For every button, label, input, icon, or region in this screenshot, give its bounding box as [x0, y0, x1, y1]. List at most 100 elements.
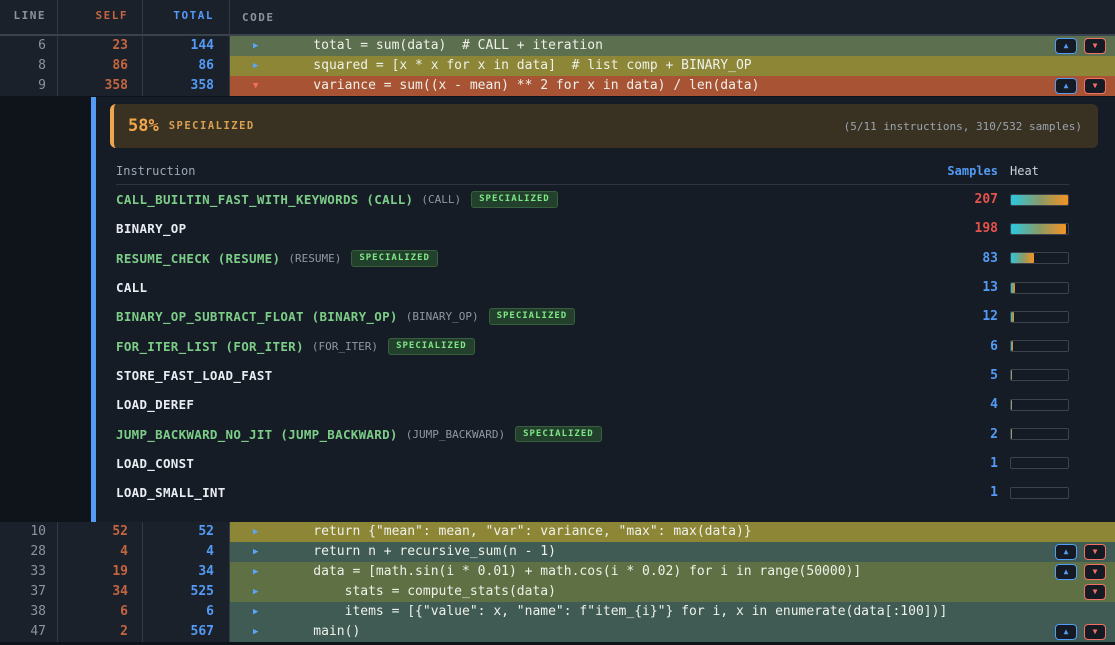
instruction-name-group: BINARY_OP	[116, 221, 928, 236]
expand-arrow-icon[interactable]: ▶	[253, 522, 263, 542]
self-samples: 86	[58, 56, 143, 76]
line-number: 37	[0, 582, 58, 602]
self-samples: 23	[58, 36, 143, 56]
samples-column-header[interactable]: Samples	[928, 164, 998, 178]
code-text: main()	[282, 622, 360, 642]
expand-arrow-icon[interactable]: ▶	[253, 562, 263, 582]
move-down-button[interactable]: ▼	[1084, 544, 1106, 560]
heat-bar-fill	[1011, 370, 1012, 380]
code-cell[interactable]: ▶ stats = compute_stats(data) ▼	[230, 582, 1115, 602]
move-up-button[interactable]: ▲	[1055, 544, 1077, 560]
code-row[interactable]: 37 34 525 ▶ stats = compute_stats(data) …	[0, 582, 1115, 602]
sample-count: 1	[928, 485, 998, 500]
instruction-row: STORE_FAST_LOAD_FAST 5	[116, 361, 1069, 390]
base-opcode: (BINARY_OP)	[406, 310, 479, 323]
instruction-name: CALL	[116, 280, 147, 295]
code-row[interactable]: 8 86 86 ▶ squared = [x * x for x in data…	[0, 56, 1115, 76]
code-row[interactable]: 9 358 358 ▼ variance = sum((x - mean) **…	[0, 76, 1115, 96]
total-samples: 86	[143, 56, 230, 76]
total-samples: 358	[143, 76, 230, 96]
header-total-column[interactable]: TOTAL	[143, 0, 230, 35]
total-samples: 525	[143, 582, 230, 602]
code-cell[interactable]: ▶ data = [math.sin(i * 0.01) + math.cos(…	[230, 562, 1115, 582]
code-row[interactable]: 38 6 6 ▶ items = [{"value": x, "name": f…	[0, 602, 1115, 622]
instruction-name-group: STORE_FAST_LOAD_FAST	[116, 368, 928, 383]
instruction-name-group: LOAD_CONST	[116, 456, 928, 471]
specialized-percent: 58%	[128, 116, 159, 136]
expand-arrow-icon[interactable]: ▶	[253, 36, 263, 56]
code-text: return {"mean": mean, "var": variance, "…	[282, 522, 752, 542]
self-samples: 19	[58, 562, 143, 582]
code-text: return n + recursive_sum(n - 1)	[282, 542, 556, 562]
code-text: stats = compute_stats(data)	[282, 582, 556, 602]
total-samples: 144	[143, 36, 230, 56]
header-self-column[interactable]: SELF	[58, 0, 143, 35]
instruction-row: BINARY_OP 198	[116, 214, 1069, 243]
instruction-column-header[interactable]: Instruction	[116, 164, 928, 178]
heat-bar-fill	[1011, 341, 1013, 351]
heat-bar	[1010, 194, 1069, 206]
code-cell[interactable]: ▶ squared = [x * x for x in data] # list…	[230, 56, 1115, 76]
instruction-name-group: FOR_ITER_LIST (FOR_ITER) (FOR_ITER) SPEC…	[116, 338, 928, 355]
move-down-button[interactable]: ▼	[1084, 624, 1106, 640]
header-code-column[interactable]: CODE	[230, 11, 1115, 24]
heat-bar-fill	[1011, 224, 1066, 234]
code-row[interactable]: 6 23 144 ▶ total = sum(data) # CALL + it…	[0, 36, 1115, 56]
instruction-name: RESUME_CHECK (RESUME)	[116, 251, 280, 266]
sample-count: 2	[928, 427, 998, 442]
instruction-name: STORE_FAST_LOAD_FAST	[116, 368, 273, 383]
move-down-button[interactable]: ▼	[1084, 584, 1106, 600]
code-cell[interactable]: ▶ return n + recursive_sum(n - 1) ▲ ▼	[230, 542, 1115, 562]
header-line-column[interactable]: LINE	[0, 0, 58, 35]
code-row[interactable]: 28 4 4 ▶ return n + recursive_sum(n - 1)…	[0, 542, 1115, 562]
instruction-row: CALL_BUILTIN_FAST_WITH_KEYWORDS (CALL) (…	[116, 185, 1069, 214]
base-opcode: (CALL)	[421, 193, 461, 206]
code-row[interactable]: 47 2 567 ▶ main() ▲ ▼	[0, 622, 1115, 642]
profiler-app: LINE SELF TOTAL CODE 6 23 144 ▶ total = …	[0, 0, 1115, 645]
heat-bar	[1010, 487, 1069, 499]
move-up-button[interactable]: ▲	[1055, 564, 1077, 580]
line-number: 8	[0, 56, 58, 76]
instruction-row: RESUME_CHECK (RESUME) (RESUME) SPECIALIZ…	[116, 244, 1069, 273]
specialized-badge: SPECIALIZED	[515, 426, 602, 443]
line-number: 10	[0, 522, 58, 542]
total-samples: 567	[143, 622, 230, 642]
line-number: 9	[0, 76, 58, 96]
move-up-button[interactable]: ▲	[1055, 38, 1077, 54]
expand-arrow-icon[interactable]: ▶	[253, 56, 263, 76]
code-text: items = [{"value": x, "name": f"item_{i}…	[282, 602, 947, 622]
code-cell[interactable]: ▶ return {"mean": mean, "var": variance,…	[230, 522, 1115, 542]
move-up-button[interactable]: ▲	[1055, 78, 1077, 94]
code-rows-bottom: 10 52 52 ▶ return {"mean": mean, "var": …	[0, 522, 1115, 642]
expand-arrow-icon[interactable]: ▶	[253, 582, 263, 602]
line-number: 33	[0, 562, 58, 582]
nav-buttons: ▲ ▼	[1055, 38, 1106, 54]
code-row[interactable]: 33 19 34 ▶ data = [math.sin(i * 0.01) + …	[0, 562, 1115, 582]
heat-bar	[1010, 369, 1069, 381]
code-cell[interactable]: ▼ variance = sum((x - mean) ** 2 for x i…	[230, 76, 1115, 96]
expand-arrow-icon[interactable]: ▶	[253, 542, 263, 562]
code-row[interactable]: 10 52 52 ▶ return {"mean": mean, "var": …	[0, 522, 1115, 542]
instruction-name-group: RESUME_CHECK (RESUME) (RESUME) SPECIALIZ…	[116, 250, 928, 267]
code-cell[interactable]: ▶ items = [{"value": x, "name": f"item_{…	[230, 602, 1115, 622]
heat-bar	[1010, 282, 1069, 294]
code-text: data = [math.sin(i * 0.01) + math.cos(i …	[282, 562, 861, 582]
heat-column-header[interactable]: Heat	[1010, 164, 1069, 178]
move-down-button[interactable]: ▼	[1084, 78, 1106, 94]
move-down-button[interactable]: ▼	[1084, 564, 1106, 580]
move-down-button[interactable]: ▼	[1084, 38, 1106, 54]
code-cell[interactable]: ▶ total = sum(data) # CALL + iteration ▲…	[230, 36, 1115, 56]
expand-arrow-icon[interactable]: ▶	[253, 602, 263, 622]
specialized-badge: SPECIALIZED	[351, 250, 438, 267]
heat-bar-fill	[1011, 195, 1068, 205]
self-samples: 6	[58, 602, 143, 622]
expand-arrow-icon[interactable]: ▶	[253, 622, 263, 642]
nav-buttons: ▲ ▼	[1055, 624, 1106, 640]
move-up-button[interactable]: ▲	[1055, 624, 1077, 640]
nav-buttons: ▲ ▼	[1055, 564, 1106, 580]
code-cell[interactable]: ▶ main() ▲ ▼	[230, 622, 1115, 642]
heat-bar	[1010, 457, 1069, 469]
sample-count: 5	[928, 368, 998, 383]
specialized-detail: (5/11 instructions, 310/532 samples)	[844, 120, 1082, 133]
expand-arrow-icon[interactable]: ▼	[253, 76, 263, 96]
